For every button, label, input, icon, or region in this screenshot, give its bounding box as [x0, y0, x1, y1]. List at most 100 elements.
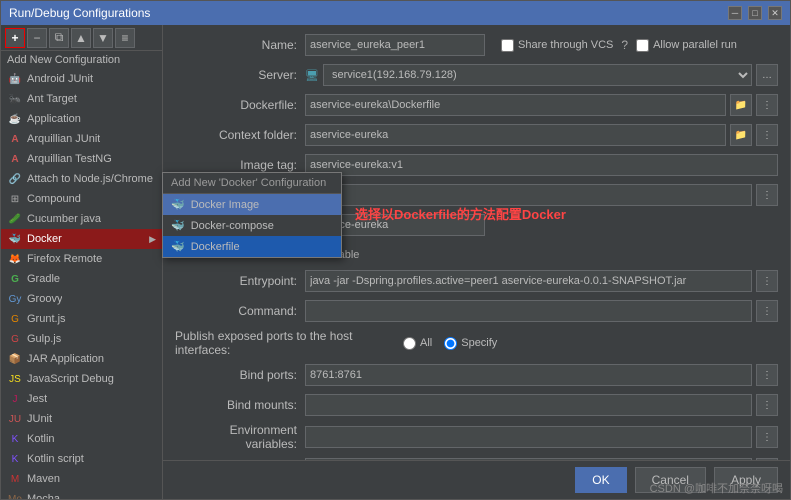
command-input[interactable]: [305, 300, 752, 322]
name-row: Name: Share through VCS ? Allow parall: [175, 33, 778, 57]
kotlin-icon: K: [7, 431, 23, 447]
sidebar-item-gradle[interactable]: G Gradle: [1, 269, 162, 289]
dockerfile-row: Dockerfile: 📁 ⋮: [175, 93, 778, 117]
docker-icon: 🐳: [7, 231, 23, 247]
sidebar-item-docker[interactable]: 🐳 Docker ▶: [1, 229, 162, 249]
sidebar-item-firefox-remote[interactable]: 🦊 Firefox Remote: [1, 249, 162, 269]
submenu-header: Add New 'Docker' Configuration: [163, 173, 341, 194]
sidebar-item-ant-target[interactable]: 🐜 Ant Target: [1, 89, 162, 109]
submenu-item-docker-compose[interactable]: 🐳 Docker-compose: [163, 215, 341, 236]
dockerfile-settings-button[interactable]: ⋮: [756, 94, 778, 116]
docker-compose-icon: 🐳: [171, 219, 185, 232]
attach-icon: 🔗: [7, 171, 23, 187]
entrypoint-label: Entrypoint:: [175, 274, 305, 288]
main-content: + − ⧉ ▲ ▼ ≡ Add New Configuration 🤖 Andr…: [1, 25, 790, 499]
junit-icon: JU: [7, 411, 23, 427]
dockerfile-label: Dockerfile:: [175, 98, 305, 112]
bind-mounts-label: Bind mounts:: [175, 398, 305, 412]
server-settings-button[interactable]: …: [756, 64, 778, 86]
bind-ports-button[interactable]: ⋮: [756, 364, 778, 386]
entrypoint-input[interactable]: [305, 270, 752, 292]
jest-icon: J: [7, 391, 23, 407]
bind-ports-input[interactable]: [305, 364, 752, 386]
dockerfile-input[interactable]: [305, 94, 726, 116]
mocha-icon: Mo: [7, 491, 23, 499]
title-bar: Run/Debug Configurations ─ □ ✕: [1, 1, 790, 25]
env-vars-input[interactable]: [305, 426, 752, 448]
dialog-title: Run/Debug Configurations: [9, 6, 150, 20]
sidebar-item-kotlin-script[interactable]: K Kotlin script: [1, 449, 162, 469]
allow-parallel-checkbox[interactable]: [636, 39, 649, 52]
add-config-button[interactable]: +: [5, 28, 25, 48]
maximize-button[interactable]: □: [748, 6, 762, 20]
publish-ports-label: Publish exposed ports to the host interf…: [175, 329, 395, 357]
arquillian-junit-icon: A: [7, 131, 23, 147]
command-settings-button[interactable]: ⋮: [756, 300, 778, 322]
name-input[interactable]: [305, 34, 485, 56]
sidebar-item-cucumber-java[interactable]: 🥒 Cucumber java: [1, 209, 162, 229]
firefox-icon: 🦊: [7, 251, 23, 267]
move-down-button[interactable]: ▼: [93, 28, 113, 48]
dockerfile-browse-button[interactable]: 📁: [730, 94, 752, 116]
sidebar-item-junit[interactable]: JU JUnit: [1, 409, 162, 429]
image-tag-input[interactable]: [305, 154, 778, 176]
publish-specify-label: Specify: [444, 337, 497, 350]
image-tag-label: Image tag:: [175, 158, 305, 172]
sidebar-toolbar: + − ⧉ ▲ ▼ ≡: [1, 25, 162, 51]
context-folder-input[interactable]: [305, 124, 726, 146]
entrypoint-settings-button[interactable]: ⋮: [756, 270, 778, 292]
sidebar-item-arquillian-testng[interactable]: A Arquillian TestNG: [1, 149, 162, 169]
sidebar-item-compound[interactable]: ⊞ Compound: [1, 189, 162, 209]
publish-specify-radio[interactable]: [444, 337, 457, 350]
sort-button[interactable]: ≡: [115, 28, 135, 48]
sidebar-item-kotlin[interactable]: K Kotlin: [1, 429, 162, 449]
sidebar-item-jar-application[interactable]: 📦 JAR Application: [1, 349, 162, 369]
move-up-button[interactable]: ▲: [71, 28, 91, 48]
docker-submenu: Add New 'Docker' Configuration 🐳 Docker …: [162, 172, 342, 258]
remove-config-button[interactable]: −: [27, 28, 47, 48]
js-debug-icon: JS: [7, 371, 23, 387]
submenu-item-docker-image[interactable]: 🐳 Docker Image: [163, 194, 341, 215]
bind-ports-field: ⋮: [305, 364, 778, 386]
sidebar-item-application[interactable]: ☕ Application: [1, 109, 162, 129]
window-controls: ─ □ ✕: [728, 6, 782, 20]
sidebar-item-javascript-debug[interactable]: JS JavaScript Debug: [1, 369, 162, 389]
close-button[interactable]: ✕: [768, 6, 782, 20]
share-vcs-checkbox[interactable]: [501, 39, 514, 52]
context-settings-button[interactable]: ⋮: [756, 124, 778, 146]
build-args-button[interactable]: ⋮: [756, 184, 778, 206]
cancel-button[interactable]: Cancel: [635, 467, 706, 493]
publish-all-label: All: [403, 337, 432, 350]
publish-all-radio[interactable]: [403, 337, 416, 350]
sidebar-item-arquillian-junit[interactable]: A Arquillian JUnit: [1, 129, 162, 149]
sidebar-item-mocha[interactable]: Mo Mocha: [1, 489, 162, 499]
sidebar-item-jest[interactable]: J Jest: [1, 389, 162, 409]
copy-config-button[interactable]: ⧉: [49, 28, 69, 48]
sidebar-item-grunt-js[interactable]: G Grunt.js: [1, 309, 162, 329]
env-vars-field: ⋮: [305, 426, 778, 448]
server-select[interactable]: service1(192.168.79.128): [323, 64, 752, 86]
build-args-field: ⋮: [305, 184, 778, 206]
env-vars-button[interactable]: ⋮: [756, 426, 778, 448]
minimize-button[interactable]: ─: [728, 6, 742, 20]
ok-button[interactable]: OK: [575, 467, 626, 493]
sidebar-item-maven[interactable]: M Maven: [1, 469, 162, 489]
entrypoint-row: Entrypoint: ⋮: [175, 269, 778, 293]
bind-mounts-input[interactable]: [305, 394, 752, 416]
sidebar-item-gulp-js[interactable]: G Gulp.js: [1, 329, 162, 349]
sidebar-item-android-junit[interactable]: 🤖 Android JUnit: [1, 69, 162, 89]
sidebar-item-groovy[interactable]: Gy Groovy: [1, 289, 162, 309]
build-args-input[interactable]: [305, 184, 752, 206]
apply-button[interactable]: Apply: [714, 467, 778, 493]
groovy-icon: Gy: [7, 291, 23, 307]
context-browse-button[interactable]: 📁: [730, 124, 752, 146]
share-vcs-label: Share through VCS: [501, 39, 613, 52]
sidebar-item-attach-node[interactable]: 🔗 Attach to Node.js/Chrome: [1, 169, 162, 189]
bind-mounts-button[interactable]: ⋮: [756, 394, 778, 416]
server-label: Server:: [175, 68, 305, 82]
context-folder-field: 📁 ⋮: [305, 124, 778, 146]
kotlin-script-icon: K: [7, 451, 23, 467]
submenu-item-dockerfile[interactable]: 🐳 Dockerfile: [163, 236, 341, 257]
command-row: Command: ⋮: [175, 299, 778, 323]
bind-ports-label: Bind ports:: [175, 368, 305, 382]
